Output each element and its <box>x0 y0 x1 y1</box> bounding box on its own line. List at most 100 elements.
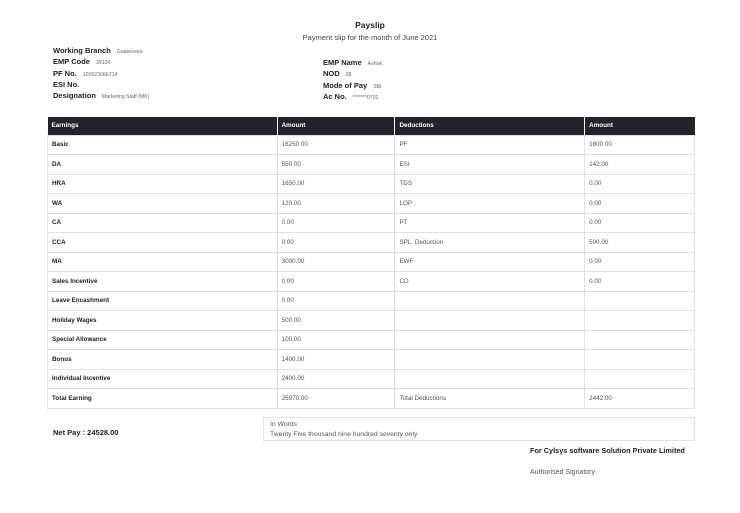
company-name: For Cylsys software Solution Private Lim… <box>530 446 685 455</box>
earning-amount: 0.00 <box>276 212 396 233</box>
pf-no-label: PF No. <box>53 68 77 78</box>
in-words-label: In Words <box>270 421 298 428</box>
earning-name: Holiday Wages <box>47 310 278 331</box>
info-row-pf-no: PF No. 10152306b714 <box>53 68 149 79</box>
nod-value: 28 <box>345 72 352 79</box>
earning-amount: 100.00 <box>276 329 396 350</box>
info-row-emp-code: EMP Code 39124 <box>53 56 149 67</box>
earning-amount: 0.00 <box>276 271 396 292</box>
deduction-amount <box>584 349 695 370</box>
net-pay: Net Pay : 24528.00 <box>53 428 119 437</box>
total-deductions-amount: 2442.00 <box>584 388 695 409</box>
info-row-ac-no: Ac No. *******0701 <box>323 91 382 102</box>
deduction-name: SPL. Deduction <box>394 232 586 253</box>
deduction-name: PF <box>394 134 586 155</box>
info-row-designation: Designation Marketing Staff (MK) <box>53 90 149 101</box>
deduction-amount: 0.00 <box>584 271 695 292</box>
table-row: Leave Encashment 0.00 <box>47 290 695 311</box>
deduction-name <box>394 290 586 311</box>
earning-amount: 2400.00 <box>276 368 396 389</box>
deduction-amount <box>584 329 695 350</box>
earning-amount: 1650.00 <box>276 173 396 194</box>
total-earning-amount: 25970.00 <box>276 388 396 409</box>
earning-name: Individual Incentive <box>47 368 278 389</box>
earning-amount: 0.00 <box>276 232 396 253</box>
info-row-mode-of-pay: Mode of Pay SBI <box>323 80 382 91</box>
deduction-name: TDS <box>394 173 586 194</box>
earning-name: HRA <box>47 173 278 194</box>
earning-name: Sales Incentive <box>47 271 278 292</box>
earning-name: CA <box>47 212 278 233</box>
nod-label: NOD <box>323 69 340 79</box>
salary-table-body: Basic 16250.00 PF 1800.00 DA 550.00 ESI 142.00 H… <box>47 134 695 409</box>
payslip-title: Payslip <box>355 20 385 30</box>
earnings-header: Earnings <box>47 117 278 135</box>
table-row: Bonus 1400.00 <box>47 349 695 370</box>
in-words-box: In Words Twenty Five thousand nine hundr… <box>263 417 695 441</box>
employee-info-left: Working Branch Gadanvara EMP Code 39124 PF… <box>53 45 149 101</box>
earning-name: Leave Encashment <box>47 290 278 311</box>
table-row: MA 3000.00 EWF 0.00 <box>47 251 695 272</box>
emp-name-value: Ashok <box>367 61 383 67</box>
emp-code-value: 39124 <box>95 60 111 67</box>
table-row: Holiday Wages 500.00 <box>47 310 695 331</box>
earning-amount: 120.00 <box>276 193 396 214</box>
earning-name: MA <box>47 251 278 272</box>
working-branch-value: Gadanvara <box>116 49 143 55</box>
table-header-row: Earnings Amount Deductions Amount <box>47 117 695 135</box>
deduction-name: PT <box>394 212 586 233</box>
deduction-amount: 0.00 <box>584 212 695 233</box>
table-row: HRA 1650.00 TDS 0.00 <box>47 173 695 194</box>
deduction-amount <box>584 368 695 389</box>
deduction-amount: 1800.00 <box>584 134 695 155</box>
info-row-emp-name: EMP Name Ashok <box>323 57 382 68</box>
ac-no-label: Ac No. <box>323 91 347 101</box>
total-earning-label: Total Earning <box>47 388 278 409</box>
deduction-name <box>394 310 586 331</box>
deduction-name: ESI <box>394 154 586 175</box>
table-row: Special Allowance 100.00 <box>47 329 695 350</box>
deductions-header: Deductions <box>394 117 586 135</box>
deduction-amount: 500.00 <box>584 232 695 253</box>
deduction-amount: 142.00 <box>584 154 695 175</box>
esi-no-label: ESI No. <box>53 79 80 89</box>
designation-value: Marketing Staff (MK) <box>101 94 150 101</box>
payslip-subtitle: Payment slip for the month of June 2021 <box>302 33 438 42</box>
earning-amount: 3000.00 <box>276 251 396 272</box>
total-deductions-label: Total Deductions <box>394 388 586 409</box>
table-row: Individual Incentive 2400.00 <box>47 368 695 389</box>
mode-of-pay-value: SBI <box>373 83 382 90</box>
mode-of-pay-label: Mode of Pay <box>323 80 368 90</box>
authorised-signatory: Authorised Signatory <box>530 469 595 476</box>
in-words-value: Twenty Five thousand nine hundred sevent… <box>270 431 418 438</box>
deductions-amount-header: Amount <box>584 117 695 135</box>
deduction-name <box>394 349 586 370</box>
emp-code-label: EMP Code <box>53 57 90 67</box>
info-row-nod: NOD 28 <box>323 68 382 79</box>
table-row: Sales Incentive 0.00 CD 0.00 <box>47 271 695 292</box>
info-row-esi-no: ESI No. <box>53 79 149 90</box>
table-row: CA 0.00 PT 0.00 <box>47 212 695 233</box>
info-row-working-branch: Working Branch Gadanvara <box>53 45 149 56</box>
earning-name: WA <box>47 193 278 214</box>
earning-amount: 1400.00 <box>276 349 396 370</box>
table-row: Basic 16250.00 PF 1800.00 <box>47 134 695 155</box>
deduction-amount <box>584 290 695 311</box>
earning-amount: 0.00 <box>276 290 396 311</box>
earning-name: DA <box>47 154 278 175</box>
total-row: Total Earning 25970.00 Total Deductions 244… <box>47 388 695 409</box>
earning-amount: 16250.00 <box>276 134 396 155</box>
earning-name: Basic <box>47 134 278 155</box>
deduction-name <box>394 368 586 389</box>
earning-amount: 550.00 <box>276 154 396 175</box>
earning-name: Special Allowance <box>47 329 278 350</box>
designation-label: Designation <box>53 91 96 101</box>
ac-no-value: *******0701 <box>352 94 379 101</box>
deduction-amount: 0.00 <box>584 173 695 194</box>
deduction-amount <box>584 310 695 331</box>
table-row: CCA 0.00 SPL. Deduction 500.00 <box>47 232 695 253</box>
employee-info-right: EMP Name Ashok NOD 28 Mode of Pay SBI Ac No… <box>323 57 382 102</box>
earning-amount: 500.00 <box>276 310 396 331</box>
deduction-amount: 0.00 <box>584 251 695 272</box>
salary-table: Earnings Amount Deductions Amount Basic 1… <box>47 117 695 409</box>
